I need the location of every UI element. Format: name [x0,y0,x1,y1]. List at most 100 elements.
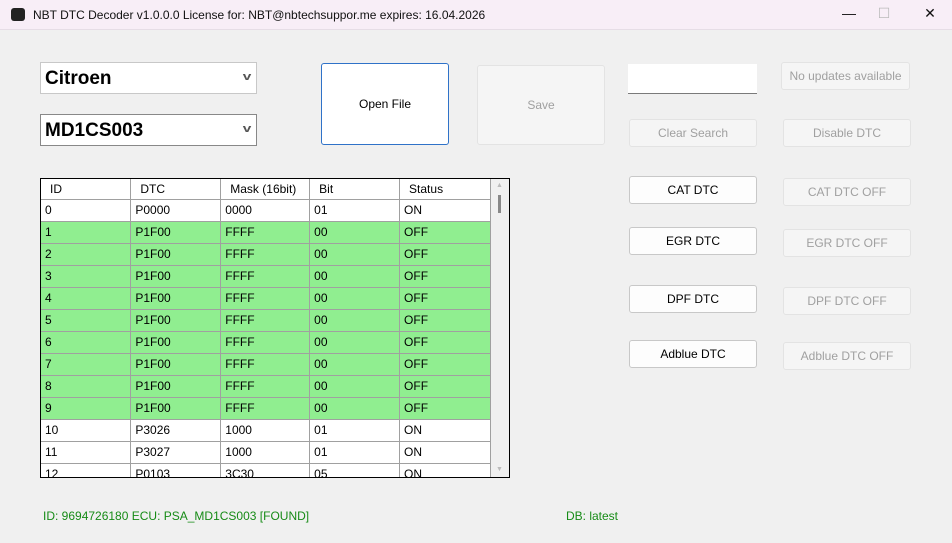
cell-id[interactable]: 7 [41,352,132,376]
cell-id[interactable]: 10 [41,418,132,442]
cell-status[interactable]: ON [399,462,491,477]
table-row[interactable]: 7 P1F00 FFFF 00 OFF [41,352,491,376]
table-row[interactable]: 10 P3026 1000 01 ON [41,418,491,442]
cell-dtc[interactable]: P1F00 [130,220,222,244]
cell-mask[interactable]: FFFF [220,374,311,398]
table-row[interactable]: 3 P1F00 FFFF 00 OFF [41,264,491,288]
cell-status[interactable]: OFF [399,286,491,310]
table-row[interactable]: 4 P1F00 FFFF 00 OFF [41,286,491,310]
table-row[interactable]: 1 P1F00 FFFF 00 OFF [41,220,491,244]
column-header-mask[interactable]: Mask (16bit) [220,179,311,200]
egr-dtc-button[interactable]: EGR DTC [629,227,757,255]
cell-bit[interactable]: 00 [309,220,401,244]
maximize-button[interactable]: ☐ [873,5,895,25]
cell-bit[interactable]: 00 [309,286,401,310]
cell-bit[interactable]: 00 [309,352,401,376]
cell-mask[interactable]: FFFF [220,308,311,332]
disable-dtc-button[interactable]: Disable DTC [783,119,911,147]
cell-status[interactable]: OFF [399,308,491,332]
cell-id[interactable]: 11 [41,440,132,464]
cell-dtc[interactable]: P1F00 [130,352,222,376]
cell-status[interactable]: OFF [399,330,491,354]
ecu-select[interactable]: MD1CS003 v [40,114,257,146]
dpf-dtc-off-button[interactable]: DPF DTC OFF [783,287,911,315]
cell-dtc[interactable]: P1F00 [130,374,222,398]
cell-dtc[interactable]: P0000 [130,198,222,222]
cell-status[interactable]: OFF [399,374,491,398]
cell-bit[interactable]: 01 [309,198,401,222]
cell-mask[interactable]: FFFF [220,396,311,420]
cell-bit[interactable]: 00 [309,330,401,354]
cell-id[interactable]: 4 [41,286,132,310]
save-button[interactable]: Save [477,65,605,145]
cell-status[interactable]: OFF [399,242,491,266]
cell-mask[interactable]: FFFF [220,220,311,244]
adblue-dtc-button[interactable]: Adblue DTC [629,340,757,368]
cat-dtc-off-button[interactable]: CAT DTC OFF [783,178,911,206]
table-row[interactable]: 2 P1F00 FFFF 00 OFF [41,242,491,266]
open-file-button[interactable]: Open File [321,63,449,145]
cell-id[interactable]: 8 [41,374,132,398]
cell-id[interactable]: 2 [41,242,132,266]
cell-mask[interactable]: FFFF [220,330,311,354]
egr-dtc-off-button[interactable]: EGR DTC OFF [783,229,911,257]
brand-select[interactable]: Citroen v [40,62,257,94]
cell-bit[interactable]: 00 [309,374,401,398]
cell-mask[interactable]: 1000 [220,418,311,442]
adblue-dtc-off-button[interactable]: Adblue DTC OFF [783,342,911,370]
cell-id[interactable]: 0 [41,198,132,222]
minimize-button[interactable]: — [838,5,860,25]
cell-mask[interactable]: FFFF [220,264,311,288]
dpf-dtc-button[interactable]: DPF DTC [629,285,757,313]
cell-dtc[interactable]: P1F00 [130,264,222,288]
table-row[interactable]: 0 P0000 0000 01 ON [41,198,491,222]
cell-id[interactable]: 1 [41,220,132,244]
cell-status[interactable]: ON [399,418,491,442]
scrollbar-thumb[interactable] [498,195,501,213]
scroll-down-icon[interactable]: ▼ [496,466,503,473]
cell-mask[interactable]: 3C30 [220,462,311,477]
cell-dtc[interactable]: P1F00 [130,396,222,420]
column-header-bit[interactable]: Bit [309,179,401,200]
cell-bit[interactable]: 00 [309,396,401,420]
cell-id[interactable]: 5 [41,308,132,332]
cell-status[interactable]: OFF [399,352,491,376]
cell-mask[interactable]: FFFF [220,286,311,310]
search-input[interactable] [628,64,757,94]
table-row[interactable]: 8 P1F00 FFFF 00 OFF [41,374,491,398]
cell-dtc[interactable]: P1F00 [130,308,222,332]
cell-bit[interactable]: 00 [309,308,401,332]
table-row[interactable]: 12 P0103 3C30 05 ON [41,462,491,477]
cell-mask[interactable]: 0000 [220,198,311,222]
cell-status[interactable]: ON [399,440,491,464]
table-row[interactable]: 9 P1F00 FFFF 00 OFF [41,396,491,420]
cell-dtc[interactable]: P3026 [130,418,222,442]
cell-status[interactable]: OFF [399,396,491,420]
table-scrollbar[interactable]: ▲ ▼ [491,179,509,477]
table-row[interactable]: 6 P1F00 FFFF 00 OFF [41,330,491,354]
cell-bit[interactable]: 00 [309,264,401,288]
cell-id[interactable]: 6 [41,330,132,354]
cell-mask[interactable]: FFFF [220,352,311,376]
cell-mask[interactable]: 1000 [220,440,311,464]
cell-status[interactable]: OFF [399,220,491,244]
clear-search-button[interactable]: Clear Search [629,119,757,147]
close-button[interactable]: ✕ [919,5,941,25]
cell-bit[interactable]: 05 [309,462,401,477]
cell-status[interactable]: OFF [399,264,491,288]
scroll-up-icon[interactable]: ▲ [496,182,503,189]
no-updates-button[interactable]: No updates available [781,62,910,90]
cell-mask[interactable]: FFFF [220,242,311,266]
cell-dtc[interactable]: P0103 [130,462,222,477]
cell-status[interactable]: ON [399,198,491,222]
cell-dtc[interactable]: P1F00 [130,330,222,354]
cell-dtc[interactable]: P3027 [130,440,222,464]
table-row[interactable]: 11 P3027 1000 01 ON [41,440,491,464]
column-header-status[interactable]: Status [399,179,491,200]
cell-dtc[interactable]: P1F00 [130,286,222,310]
cell-bit[interactable]: 01 [309,440,401,464]
cell-id[interactable]: 3 [41,264,132,288]
cell-bit[interactable]: 00 [309,242,401,266]
cell-bit[interactable]: 01 [309,418,401,442]
table-row[interactable]: 5 P1F00 FFFF 00 OFF [41,308,491,332]
